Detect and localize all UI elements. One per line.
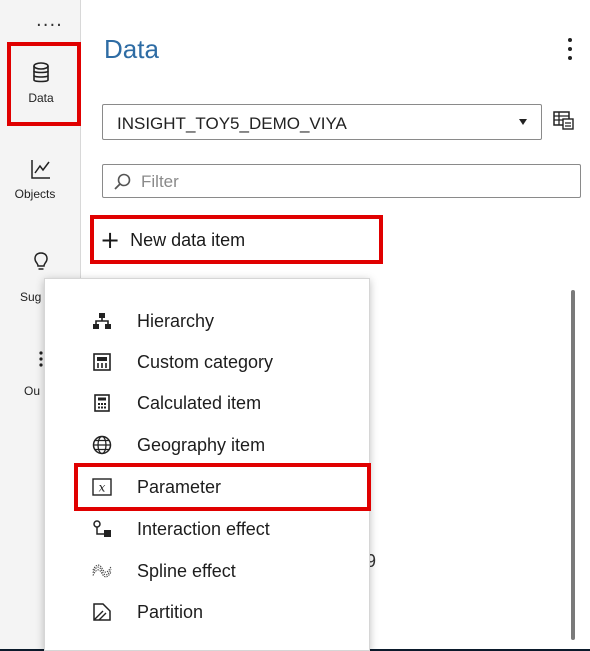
rail-item-objects[interactable]: Objects (6, 158, 76, 201)
new-data-item-menu: Hierarchy Custom category Calculated ite… (44, 278, 370, 651)
new-data-item-button[interactable]: + New data item (100, 222, 245, 258)
rail-item-label: Sug (20, 290, 42, 304)
filter-field[interactable] (102, 164, 581, 198)
data-source-select[interactable]: INSIGHT_TOY5_DEMO_VIYA (102, 104, 542, 140)
menu-item-geography-item[interactable]: Geography item (45, 425, 369, 465)
menu-item-custom-category[interactable]: Custom category (45, 342, 369, 382)
panel-scrollbar[interactable] (571, 290, 575, 640)
menu-item-label: Spline effect (137, 560, 236, 581)
menu-item-label: Parameter (137, 476, 222, 497)
menu-item-parameter[interactable]: x Parameter (45, 467, 369, 507)
menu-item-label: Calculated item (137, 392, 262, 413)
menu-item-label: Custom category (137, 351, 274, 372)
menu-item-label: Partition (137, 601, 204, 622)
rail-item-label: Ou (24, 384, 41, 398)
partition-icon (92, 602, 112, 622)
menu-item-calculated-item[interactable]: Calculated item (45, 383, 369, 423)
menu-item-hierarchy[interactable]: Hierarchy (45, 301, 369, 341)
rail-item-label: Data (28, 91, 54, 105)
menu-item-label: Hierarchy (137, 310, 215, 331)
menu-item-label: Interaction effect (137, 518, 270, 539)
panel-title: Data (104, 34, 159, 64)
hierarchy-icon (92, 311, 112, 331)
plus-icon: + (100, 226, 121, 254)
globe-icon (92, 435, 112, 455)
menu-item-partition[interactable]: Partition (45, 592, 369, 632)
new-data-item-label: New data item (130, 229, 246, 250)
filter-input[interactable] (139, 169, 563, 195)
rail-item-suggestions[interactable] (6, 252, 76, 279)
data-source-value: INSIGHT_TOY5_DEMO_VIYA (117, 114, 347, 133)
rail-item-label: Objects (14, 187, 56, 201)
menu-item-interaction-effect[interactable]: Interaction effect (45, 509, 369, 549)
svg-text:x: x (99, 481, 106, 495)
interaction-effect-icon (92, 519, 112, 539)
rail-item-data[interactable]: Data (6, 62, 76, 105)
more-options-icon[interactable]: .... (36, 10, 63, 31)
chevron-down-icon (519, 119, 527, 125)
database-icon (6, 62, 76, 87)
panel-options-icon[interactable] (566, 38, 574, 60)
parameter-x-icon: x (92, 477, 112, 497)
sas-visual-analytics-window: .... Data Objects Sug Ou Data INSIGHT_TO… (0, 0, 590, 651)
spline-effect-icon (92, 561, 112, 581)
search-icon (113, 172, 133, 197)
line-chart-icon (6, 158, 76, 183)
custom-category-icon (92, 352, 112, 372)
calculator-icon (92, 393, 112, 413)
menu-item-label: Geography item (137, 434, 266, 455)
data-table-icon[interactable] (553, 110, 575, 135)
lightbulb-icon (6, 252, 76, 275)
menu-item-spline-effect[interactable]: Spline effect (45, 551, 369, 591)
